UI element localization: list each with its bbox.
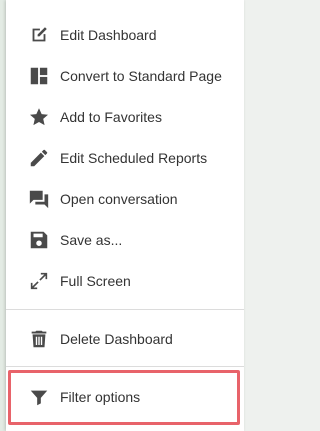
- dashboard-actions-menu: Edit Dashboard Convert to Standard Page …: [6, 0, 244, 431]
- menu-divider: [6, 366, 244, 367]
- trash-icon: [28, 328, 50, 350]
- save-icon: [28, 229, 50, 251]
- edit-square-icon: [28, 24, 50, 46]
- menu-item-filter-options[interactable]: Filter options: [6, 376, 244, 417]
- expand-icon: [28, 270, 50, 292]
- filter-icon: [28, 386, 50, 408]
- layout-blocks-icon: [28, 65, 50, 87]
- chat-icon: [28, 188, 50, 210]
- menu-item-add-favorites[interactable]: Add to Favorites: [6, 96, 244, 137]
- menu-item-edit-scheduled-reports[interactable]: Edit Scheduled Reports: [6, 137, 244, 178]
- menu-item-label: Save as...: [60, 231, 123, 248]
- menu-item-convert-standard-page[interactable]: Convert to Standard Page: [6, 55, 244, 96]
- pencil-icon: [28, 147, 50, 169]
- menu-item-label: Full Screen: [60, 272, 131, 289]
- menu-item-save-as[interactable]: Save as...: [6, 219, 244, 260]
- menu-item-edit-dashboard[interactable]: Edit Dashboard: [6, 14, 244, 55]
- menu-item-label: Edit Dashboard: [60, 26, 157, 43]
- menu-item-label: Delete Dashboard: [60, 330, 173, 347]
- menu-item-delete-dashboard[interactable]: Delete Dashboard: [6, 318, 244, 359]
- menu-item-label: Edit Scheduled Reports: [60, 149, 208, 166]
- menu-item-label: Open conversation: [60, 190, 178, 207]
- menu-item-open-conversation[interactable]: Open conversation: [6, 178, 244, 219]
- menu-item-full-screen[interactable]: Full Screen: [6, 260, 244, 301]
- star-icon: [28, 106, 50, 128]
- menu-divider: [6, 309, 244, 310]
- menu-item-label: Filter options: [60, 388, 141, 405]
- menu-item-label: Add to Favorites: [60, 108, 162, 125]
- menu-item-label: Convert to Standard Page: [60, 67, 222, 84]
